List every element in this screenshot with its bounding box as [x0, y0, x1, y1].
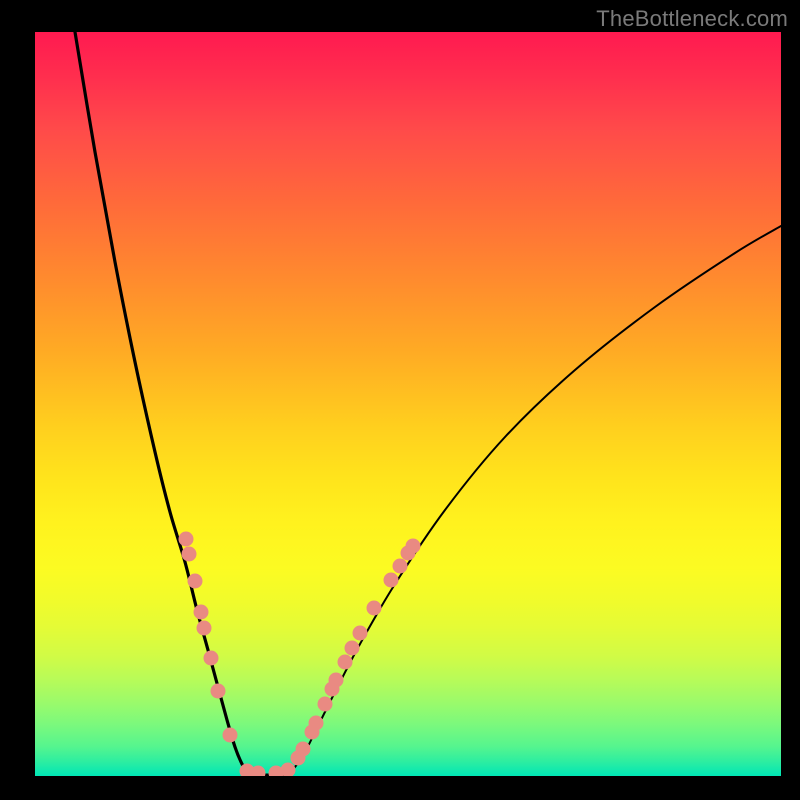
marker-dot	[345, 641, 360, 656]
curve-right-path	[287, 226, 781, 775]
marker-dot	[211, 684, 226, 699]
marker-dot	[406, 539, 421, 554]
marker-dot	[393, 559, 408, 574]
marker-dot	[353, 626, 368, 641]
marker-dot	[188, 574, 203, 589]
curve-left-path	[75, 32, 249, 775]
plot-area	[35, 32, 781, 776]
marker-dot	[384, 573, 399, 588]
curve-markers	[179, 532, 421, 777]
marker-dot	[194, 605, 209, 620]
chart-frame: TheBottleneck.com	[0, 0, 800, 800]
marker-dot	[182, 547, 197, 562]
marker-dot	[204, 651, 219, 666]
marker-dot	[318, 697, 333, 712]
marker-dot	[367, 601, 382, 616]
marker-dot	[338, 655, 353, 670]
chart-svg	[35, 32, 781, 776]
marker-dot	[329, 673, 344, 688]
marker-dot	[197, 621, 212, 636]
watermark-text: TheBottleneck.com	[596, 6, 788, 32]
marker-dot	[296, 742, 311, 757]
marker-dot	[179, 532, 194, 547]
marker-dot	[281, 763, 296, 777]
marker-dot	[223, 728, 238, 743]
marker-dot	[309, 716, 324, 731]
